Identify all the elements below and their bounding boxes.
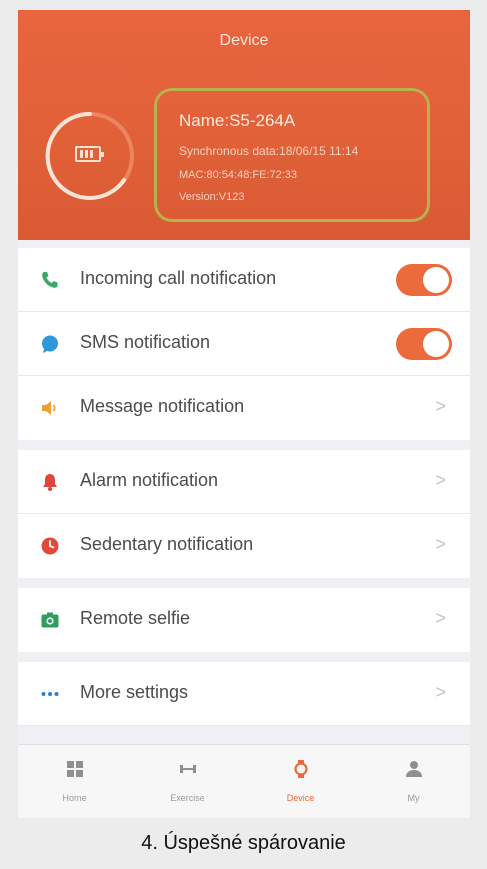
grid-icon [65,759,85,779]
battery-icon [75,146,104,162]
tab-my[interactable]: My [357,745,470,818]
tab-label: Exercise [170,793,205,803]
figure-caption: 4. Úspešné spárovanie [141,832,346,854]
chevron-right-icon: > [435,396,446,416]
row-label: Alarm notification [80,470,219,490]
firmware-version: Version:V123 [179,191,245,203]
phone-icon [40,270,60,290]
watch-icon [291,759,311,779]
chat-bubble-icon [40,334,60,354]
row-sms[interactable]: SMS notification [18,312,470,376]
row-message[interactable]: Message notification > [18,376,470,440]
tab-exercise[interactable]: Exercise [131,745,244,818]
chevron-right-icon: > [435,470,446,490]
row-sedentary[interactable]: Sedentary notification > [18,514,470,578]
battery-ring [44,110,136,202]
row-label: Incoming call notification [80,268,277,288]
device-info-box: Name:S5-264A Synchronous data:18/06/15 1… [154,88,430,222]
chevron-right-icon: > [435,608,446,628]
dumbbell-icon [178,759,198,779]
row-label: SMS notification [80,332,211,352]
tab-label: Home [62,793,87,803]
bell-icon [40,472,60,492]
tab-label: Device [286,793,315,803]
speaker-icon [40,398,60,418]
row-remote-selfie[interactable]: Remote selfie > [18,588,470,652]
row-label: More settings [80,682,189,702]
bottom-tab-bar: Home Exercise Device My [18,744,470,818]
mac-address: MAC:80:54:48:FE:72:33 [179,169,298,181]
camera-icon [40,610,60,630]
row-more-settings[interactable]: More settings > [18,662,470,726]
incoming-call-toggle[interactable] [396,264,452,296]
row-alarm[interactable]: Alarm notification > [18,450,470,514]
row-label: Remote selfie [80,608,191,628]
settings-list: Incoming call notification SMS notificat… [18,248,470,726]
tab-home[interactable]: Home [18,745,131,818]
device-header: Device Name:S5-264A Synchronous data:18/… [18,10,470,240]
person-icon [404,759,424,779]
row-label: Message notification [80,396,245,416]
sms-toggle[interactable] [396,328,452,360]
row-label: Sedentary notification [80,534,254,554]
chevron-right-icon: > [435,534,446,554]
chevron-right-icon: > [435,682,446,702]
phone-screen: Device Name:S5-264A Synchronous data:18/… [18,10,470,818]
clock-icon [40,536,60,556]
tab-device[interactable]: Device [244,745,357,818]
sync-time: Synchronous data:18/06/15 11:14 [179,144,359,158]
row-incoming-call[interactable]: Incoming call notification [18,248,470,312]
tab-label: My [407,793,420,803]
device-name: Name:S5-264A [179,111,296,130]
more-dots-icon [40,684,60,704]
page-title: Device [219,32,269,49]
